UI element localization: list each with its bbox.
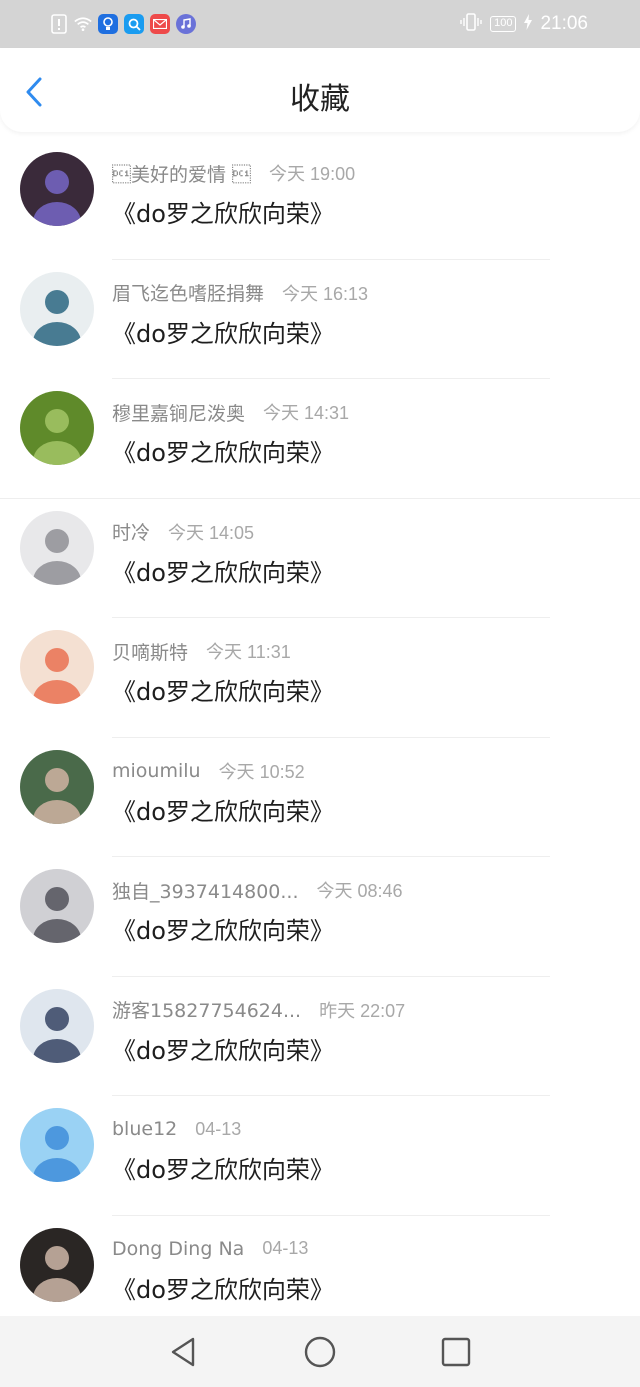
triangle-back-icon [171,1337,195,1367]
timestamp: 今天 14:05 [168,522,255,543]
favorite-content: 《do罗之欣欣向荣》 [112,439,334,467]
status-bar-system-icons: 100 21:06 [460,10,588,38]
timestamp: 昨天 22:07 [319,1000,406,1021]
avatar-image [20,869,94,943]
user-name: 时冷 [112,522,151,544]
avatar[interactable] [20,749,94,824]
status-bar-notification-icons [50,11,196,37]
avatar[interactable] [20,1227,94,1302]
status-bar: 100 21:06 [0,0,640,48]
favorite-content: 《do罗之欣欣向荣》 [112,917,334,945]
user-name: 美好的爱情  [112,163,252,186]
timestamp: 今天 11:31 [206,642,291,662]
avatar-image [20,749,94,824]
list-item[interactable]: mioumilu 今天 10:52 《do罗之欣欣向荣》 [0,738,640,857]
square-recents-icon [441,1337,471,1367]
item-meta: mioumilu 今天 10:52 [112,758,305,784]
user-name: blue12 [112,1118,178,1140]
timestamp: 今天 08:46 [316,881,403,901]
item-meta: 美好的爱情  今天 19:00 [112,160,355,186]
avatar[interactable] [20,510,94,585]
page-title: 收藏 [290,82,350,117]
avatar-image [20,630,94,704]
item-meta: 眉飞迄色嗜胫捐舞 今天 16:13 [112,280,368,306]
huawei-mail-icon [150,14,170,34]
avatar-image [20,391,94,465]
user-name: 贝嘀斯特 [112,641,189,664]
list-item[interactable]: 游客15827754624... 昨天 22:07 《do罗之欣欣向荣》 [0,977,640,1096]
avatar[interactable] [20,1108,94,1182]
user-name: 游客15827754624... [112,1000,302,1022]
avatar[interactable] [20,869,94,943]
favorite-content: 《do罗之欣欣向荣》 [112,319,334,348]
charging-icon [524,14,533,34]
page-header: 收藏 [0,48,640,132]
item-meta: 穆里嘉锏尼泼奥 今天 14:31 [112,399,349,425]
list-item[interactable]: 美好的爱情  今天 19:00 《do罗之欣欣向荣》 [0,140,640,260]
timestamp: 今天 16:13 [282,283,369,304]
avatar[interactable] [20,152,94,226]
item-meta: Dong Ding Na 04-13 [112,1236,308,1262]
timestamp: 04-13 [195,1118,242,1139]
item-meta: 时冷 今天 14:05 [112,519,254,545]
avatar[interactable] [20,630,94,704]
list-item[interactable]: 穆里嘉锏尼泼奥 今天 14:31 《do罗之欣欣向荣》 [0,379,640,499]
avatar-image [20,271,94,346]
favorite-content: 《do罗之欣欣向荣》 [112,678,334,706]
vibrate-icon [460,12,482,36]
list-item[interactable]: 贝嘀斯特 今天 11:31 《do罗之欣欣向荣》 [0,618,640,738]
user-name: mioumilu [112,759,201,782]
avatar-image [20,1108,94,1182]
item-meta: blue12 04-13 [112,1116,241,1142]
timestamp: 今天 10:52 [218,761,305,782]
favorite-content: 《do罗之欣欣向荣》 [112,558,334,587]
avatar-image [20,988,94,1063]
list-item[interactable]: blue12 04-13 《do罗之欣欣向荣》 [0,1096,640,1216]
user-name: Dong Ding Na [112,1237,245,1260]
favorite-content: 《do罗之欣欣向荣》 [112,797,334,826]
avatar[interactable] [20,988,94,1063]
nav-home-button[interactable] [302,1334,338,1370]
item-meta: 贝嘀斯特 今天 11:31 [112,638,291,664]
battery-icon: 100 [490,16,517,32]
nav-back-button[interactable] [166,1334,202,1370]
bulb-app-icon [98,14,118,34]
avatar-image [20,152,94,226]
favorite-content: 《do罗之欣欣向荣》 [112,1275,334,1304]
music-app-icon [176,14,196,34]
list-item[interactable]: 眉飞迄色嗜胫捐舞 今天 16:13 《do罗之欣欣向荣》 [0,260,640,379]
wifi-icon [74,14,92,34]
system-nav-bar [0,1316,640,1387]
avatar[interactable] [20,271,94,346]
search-app-icon [124,14,144,34]
favorite-content: 《do罗之欣欣向荣》 [112,200,334,228]
timestamp: 04-13 [262,1238,309,1258]
timestamp: 今天 19:00 [269,164,356,184]
user-name: 眉飞迄色嗜胫捐舞 [112,283,265,305]
status-bar-time: 21:06 [540,13,588,34]
favorite-content: 《do罗之欣欣向荣》 [112,1156,334,1184]
avatar-image [20,510,94,585]
timestamp: 今天 14:31 [263,403,350,423]
list-item[interactable]: 独自_3937414800... 今天 08:46 《do罗之欣欣向荣》 [0,857,640,977]
item-meta: 游客15827754624... 昨天 22:07 [112,997,405,1023]
list-item[interactable]: 时冷 今天 14:05 《do罗之欣欣向荣》 [0,499,640,618]
favorite-content: 《do罗之欣欣向荣》 [112,1036,334,1065]
user-name: 穆里嘉锏尼泼奥 [112,402,246,425]
favorites-list: 美好的爱情  今天 19:00 《do罗之欣欣向荣》 眉飞迄色嗜胫捐舞 今天… [0,140,640,1335]
circle-home-icon [304,1336,336,1368]
user-name: 独自_3937414800... [112,880,299,903]
alert-icon [50,14,68,34]
avatar-image [20,1227,94,1302]
avatar[interactable] [20,391,94,465]
item-meta: 独自_3937414800... 今天 08:46 [112,877,403,903]
nav-recents-button[interactable] [438,1334,474,1370]
